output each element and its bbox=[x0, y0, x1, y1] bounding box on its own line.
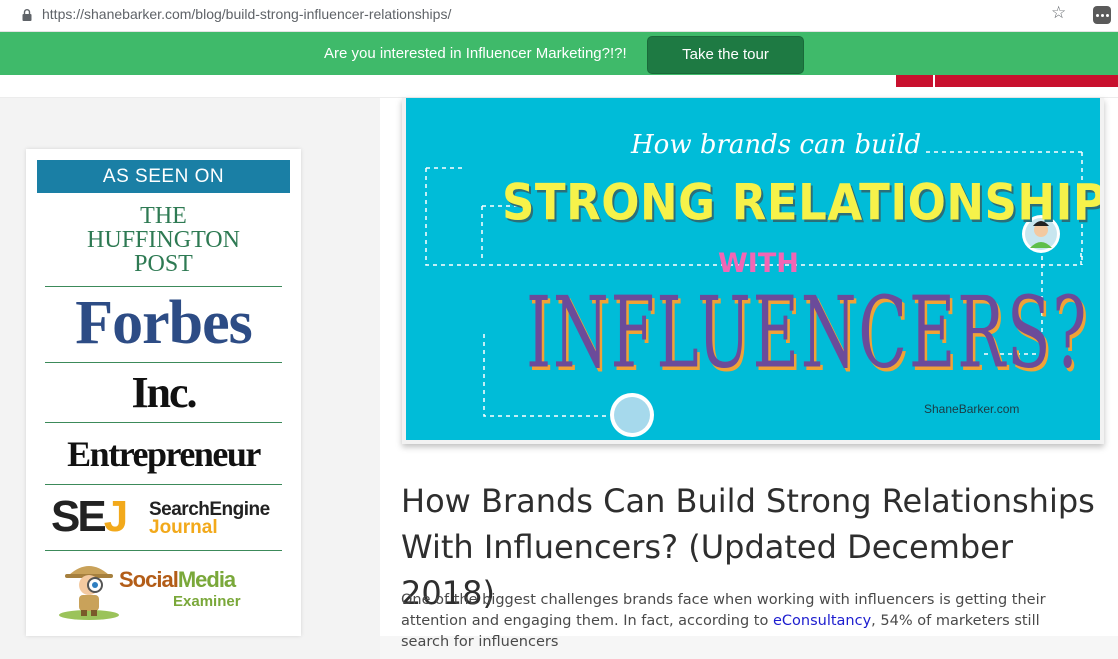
hero-line1: STRONG RELATIONSHIPS bbox=[502, 173, 1100, 232]
promo-bar: Are you interested in Influencer Marketi… bbox=[0, 32, 1118, 75]
nav-tab-red-wide[interactable] bbox=[935, 75, 1118, 87]
take-tour-button[interactable]: Take the tour bbox=[647, 36, 804, 74]
huffington-post-logo-text: THE HUFFINGTON POST bbox=[87, 203, 240, 277]
sej-mark: SEJ bbox=[51, 492, 128, 541]
url-text[interactable]: https://shanebarker.com/blog/build-stron… bbox=[42, 6, 451, 22]
address-bar[interactable]: https://shanebarker.com/blog/build-stron… bbox=[0, 0, 1118, 32]
promo-text: Are you interested in Influencer Marketi… bbox=[324, 45, 627, 62]
forbes-logo-text: Forbes bbox=[75, 289, 253, 357]
inc-logo[interactable]: Inc. bbox=[45, 363, 282, 423]
inc-logo-text: Inc. bbox=[131, 368, 197, 417]
hero-brand: ShaneBarker.com bbox=[924, 402, 1020, 416]
as-seen-on-heading: AS SEEN ON bbox=[37, 160, 290, 193]
star-icon[interactable]: ☆ bbox=[1051, 5, 1066, 22]
sme-line1: SocialMedia bbox=[119, 567, 236, 593]
social-media-examiner-logo[interactable]: SocialMedia Examiner bbox=[45, 551, 282, 627]
sme-line2: Examiner bbox=[173, 593, 241, 610]
sej-line2: Journal bbox=[149, 517, 218, 538]
huffington-post-logo[interactable]: THE HUFFINGTON POST bbox=[45, 201, 282, 287]
extension-menu-icon[interactable] bbox=[1093, 6, 1111, 24]
hero-image: How brands can build STRONG RELATIONSHIP… bbox=[406, 98, 1100, 440]
explorer-mascot-icon bbox=[59, 566, 119, 620]
entrepreneur-logo[interactable]: Entrepreneur bbox=[45, 423, 282, 485]
hero-subtitle: How brands can build bbox=[631, 130, 922, 160]
forbes-logo[interactable]: Forbes bbox=[45, 287, 282, 363]
sej-mark-text: SEJ bbox=[51, 492, 128, 541]
lock-icon bbox=[22, 9, 32, 21]
nav-tab-red[interactable] bbox=[896, 75, 933, 87]
entrepreneur-logo-text: Entrepreneur bbox=[67, 434, 261, 474]
econsultancy-link[interactable]: eConsultancy bbox=[773, 613, 871, 629]
article-body: One of the biggest challenges brands fac… bbox=[401, 590, 1091, 653]
as-seen-on-widget: AS SEEN ON THE HUFFINGTON POST Forbes In… bbox=[26, 149, 301, 636]
hero-line2: INFLUENCERS? bbox=[526, 274, 1089, 390]
sme-social: Social bbox=[119, 567, 179, 592]
search-engine-journal-logo[interactable]: SEJ SearchEngine Journal bbox=[45, 485, 282, 551]
sme-media: Media bbox=[177, 567, 236, 592]
